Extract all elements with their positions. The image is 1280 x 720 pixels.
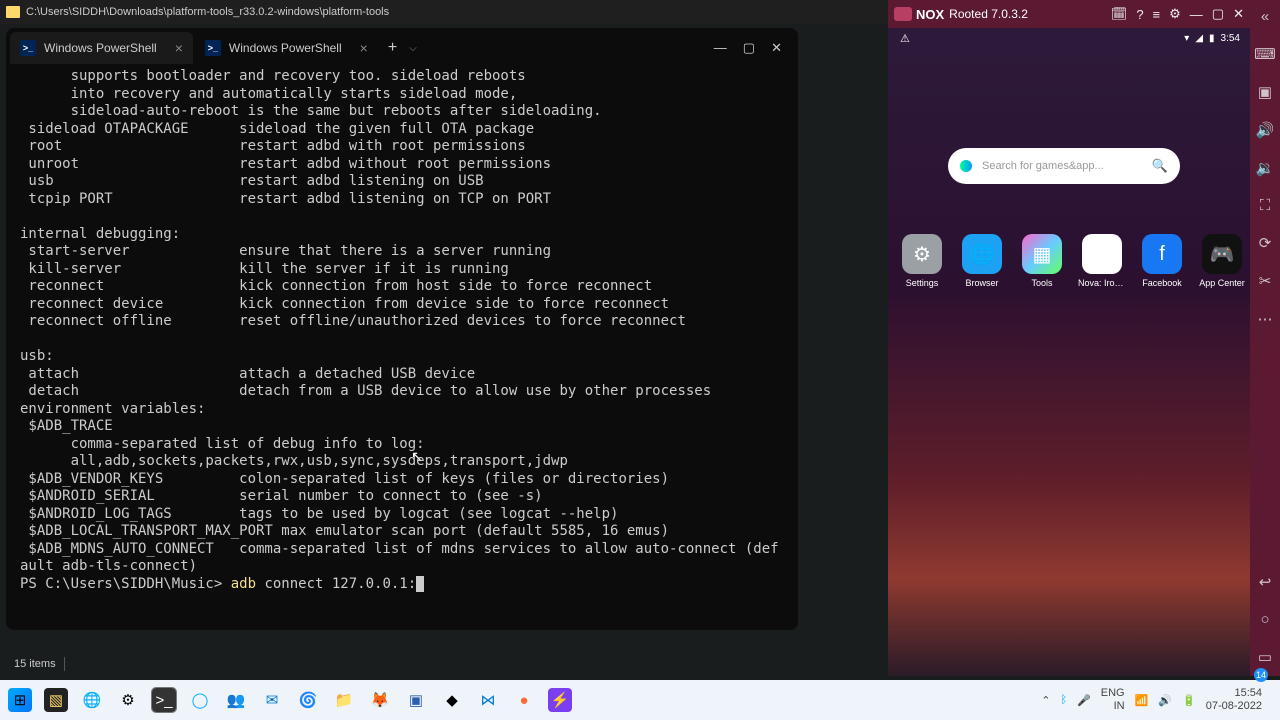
explorer-status-bar: 15 items [6,652,65,676]
folder-icon [6,6,20,18]
search-icon[interactable]: 🔍 [1152,158,1168,174]
vscode-icon[interactable]: ⋈ [476,688,500,712]
terminal-tab[interactable]: >_ Windows PowerShell × [10,32,193,64]
explorer-path: C:\Users\SIDDH\Downloads\platform-tools_… [26,6,389,18]
start-button[interactable]: ⊞ [8,688,32,712]
powershell-icon: >_ [20,40,36,56]
fullscreen-icon[interactable]: ⛶ [1260,197,1271,214]
maximize-button[interactable]: ▢ [743,40,755,56]
powershell-icon: >_ [205,40,221,56]
clock[interactable]: 15:5407-08-2022 [1206,687,1262,713]
bluetooth-icon[interactable]: ᛒ [1060,694,1067,706]
wifi-icon[interactable]: 📶 [1135,694,1149,707]
add-tab-button[interactable]: + [388,39,397,57]
app-launcher[interactable]: NNova: Iron G.. [1078,234,1126,288]
close-icon[interactable]: × [175,40,183,56]
nox-sidebar: « ⌨ ▣ 🔊 🔉 ⛶ ⟳ ✂ ⋯ ↩ ○ ▭ [1250,0,1280,676]
battery-icon: ▮ [1209,33,1215,44]
mouse-cursor-icon: ↖ [411,448,423,465]
app-launcher[interactable]: ▦Tools [1018,234,1066,288]
app-icon[interactable]: ⚡ [548,688,572,712]
edge-icon[interactable]: 🌀 [296,688,320,712]
android-time: 3:54 [1221,33,1240,44]
chevron-up-icon[interactable]: ⌃ [1041,694,1050,707]
nox-title: Rooted 7.0.3.2 [949,7,1028,21]
volume-up-icon[interactable]: 🔊 [1256,121,1275,139]
terminal-output[interactable]: supports bootloader and recovery too. si… [6,68,798,593]
android-status-bar: ▾ ◢ ▮ 3:54 [888,28,1250,48]
cortana-icon[interactable]: ◯ [188,688,212,712]
files-icon[interactable]: 📁 [332,688,356,712]
close-icon[interactable]: × [360,40,368,56]
language-indicator[interactable]: ENGIN [1101,687,1125,713]
app-launcher[interactable]: 🎮App Center [1198,234,1246,288]
minimize-button[interactable]: — [1190,7,1203,22]
app-grid: ⚙Settings🌐Browser▦ToolsNNova: Iron G..fF… [898,234,1246,288]
warning-icon: ⚠ [900,32,910,45]
nox-emulator: NOX Rooted 7.0.3.2 🗓 ? ≡ ⚙ — ▢ ✕ ⚠ ▾ ◢ ▮… [888,0,1250,676]
search-input[interactable]: Search for games&app... 🔍 [948,148,1180,184]
close-button[interactable]: ✕ [1233,6,1244,22]
tab-title: Windows PowerShell [229,41,342,55]
virtualbox-icon[interactable]: ▣ [404,688,428,712]
battery-icon[interactable]: 🔋 [1182,694,1196,707]
home-icon[interactable]: ○ [1260,611,1269,628]
tab-title: Windows PowerShell [44,41,157,55]
expand-icon[interactable]: « [1261,8,1269,25]
teams-icon[interactable]: 👥 [224,688,248,712]
more-icon[interactable]: ⋯ [1258,310,1273,328]
gift-icon[interactable]: 🗓 [1111,6,1128,22]
postman-icon[interactable]: ● [512,688,536,712]
terminal-icon[interactable]: >_ [152,688,176,712]
android-screen[interactable]: ⚠ ▾ ◢ ▮ 3:54 Search for games&app... 🔍 ⚙… [888,28,1250,676]
app-launcher[interactable]: 🌐Browser [958,234,1006,288]
back-icon[interactable]: ↩ [1259,573,1272,591]
explorer-icon[interactable]: ▧ [44,688,68,712]
help-icon[interactable]: ? [1136,7,1143,22]
item-count: 15 items [14,658,56,670]
recent-icon[interactable]: ▭ [1258,648,1272,666]
speaker-icon[interactable]: 🔊 [1158,694,1172,707]
nox-icon[interactable]: ◆ [440,688,464,712]
screenshot-icon[interactable]: ▣ [1258,83,1272,101]
app-launcher[interactable]: fFacebook [1138,234,1186,288]
play-icon [960,160,972,172]
menu-icon[interactable]: ≡ [1153,7,1161,22]
close-button[interactable]: ✕ [771,40,782,56]
taskbar: ⊞ ▧ 🌐 ⚙ >_ ◯ 👥 ✉ 🌀 📁 🦊 ▣ ◆ ⋈ ● ⚡ ⌃ ᛒ 🎤 E… [0,680,1280,720]
search-placeholder: Search for games&app... [982,160,1104,172]
nox-titlebar[interactable]: NOX Rooted 7.0.3.2 🗓 ? ≡ ⚙ — ▢ ✕ [888,0,1250,28]
terminal-tab[interactable]: >_ Windows PowerShell × [195,32,378,64]
keyboard-icon[interactable]: ⌨ [1254,45,1276,63]
settings-icon[interactable]: ⚙ [116,688,140,712]
chevron-down-icon[interactable]: ⌵ [409,43,417,54]
minimize-button[interactable]: — [714,40,727,56]
mic-icon[interactable]: 🎤 [1077,694,1091,707]
terminal-tab-bar: >_ Windows PowerShell × >_ Windows Power… [6,28,798,68]
gear-icon[interactable]: ⚙ [1169,6,1181,22]
outlook-icon[interactable]: ✉ [260,688,284,712]
terminal-window: >_ Windows PowerShell × >_ Windows Power… [6,28,798,630]
rotate-icon[interactable]: ⟳ [1259,234,1272,252]
scissors-icon[interactable]: ✂ [1259,272,1272,290]
globe-icon[interactable]: 🌐 [80,688,104,712]
nox-logo: NOX [894,7,944,22]
wifi-icon: ▾ [1184,33,1189,44]
maximize-button[interactable]: ▢ [1212,6,1224,22]
signal-icon: ◢ [1195,33,1203,44]
volume-down-icon[interactable]: 🔉 [1256,159,1275,177]
app-launcher[interactable]: ⚙Settings [898,234,946,288]
firefox-icon[interactable]: 🦊 [368,688,392,712]
